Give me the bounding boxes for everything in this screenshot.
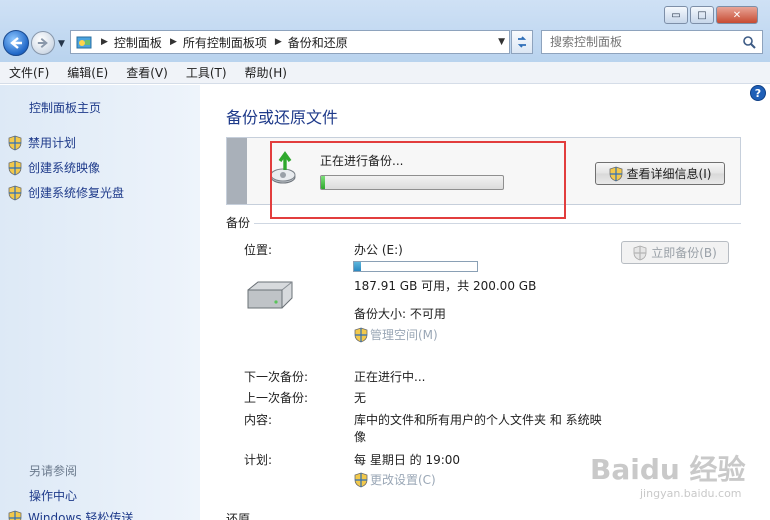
minimize-button[interactable]: ▭ [664,6,688,24]
schedule-key: 计划: [244,453,273,467]
see-also-easy-transfer[interactable]: Windows 轻松传送 [8,509,133,520]
help-icon[interactable]: ? [750,85,766,101]
backup-now-label: 立即备份(B) [651,246,717,260]
sidebar: 控制面板主页 禁用计划 创建系统映像 创建系统修复光盘 另请参阅 操作中心 Wi… [0,85,200,520]
manage-space-link[interactable]: 管理空间(M) [354,326,438,343]
view-details-label: 查看详细信息(I) [626,167,712,181]
disk-space-text: 187.91 GB 可用，共 200.00 GB [354,279,537,293]
breadcrumb-control-panel[interactable]: 控制面板 [114,34,162,51]
restore-section-title: 还原 [226,512,251,520]
close-icon: ✕ [732,9,742,21]
menu-file[interactable]: 文件(F) [0,64,58,81]
maximize-button[interactable]: □ [690,6,714,24]
section-divider [254,223,741,224]
shield-icon [354,472,368,487]
sidebar-item-create-image[interactable]: 创建系统映像 [8,159,100,176]
last-backup-value: 无 [354,391,367,405]
next-backup-key: 下一次备份: [244,370,309,384]
address-dropdown-icon[interactable]: ▼ [498,37,505,47]
menu-bar: 文件(F) 编辑(E) 查看(V) 工具(T) 帮助(H) [0,62,770,84]
shield-icon [8,185,22,200]
address-bar[interactable]: ▶ 控制面板 ▶ 所有控制面板项 ▶ 备份和还原 ▼ [70,30,510,54]
forward-arrow-icon [37,37,48,49]
sidebar-item-label: 创建系统修复光盘 [28,186,125,200]
location-key: 位置: [244,243,273,257]
minimize-icon: ▭ [671,9,681,21]
backup-section-title: 备份 [226,216,251,230]
shield-icon [8,510,22,520]
content-value-line2: 像 [354,430,367,444]
menu-help[interactable]: 帮助(H) [236,64,296,81]
breadcrumb-backup-restore[interactable]: 备份和还原 [288,34,348,51]
breadcrumb-separator[interactable]: ▶ [170,37,177,47]
shield-icon [609,166,622,181]
backup-size-text: 备份大小: 不可用 [354,307,446,321]
page-title: 备份或还原文件 [226,108,339,127]
baidu-watermark: Baidu 经验 [590,453,746,486]
last-backup-key: 上一次备份: [244,391,309,405]
sidebar-item-label: 创建系统映像 [28,161,101,175]
menu-tools[interactable]: 工具(T) [177,64,236,81]
see-also-action-center[interactable]: 操作中心 [29,487,77,504]
shield-icon [633,245,647,260]
content-key: 内容: [244,413,273,427]
back-arrow-icon [10,37,22,49]
menu-edit[interactable]: 编辑(E) [58,64,117,81]
search-input[interactable] [542,31,732,53]
manage-space-label: 管理空间(M) [370,328,438,342]
location-value: 办公 (E:) [354,243,403,257]
change-settings-link[interactable]: 更改设置(C) [354,471,436,488]
shield-icon [354,327,368,342]
sidebar-home-link[interactable]: 控制面板主页 [29,99,101,116]
control-panel-icon [76,36,92,49]
breadcrumb-separator[interactable]: ▶ [275,37,282,47]
refresh-button[interactable] [511,30,533,54]
hard-drive-icon [247,281,293,309]
change-settings-label: 更改设置(C) [370,473,436,487]
disk-space-bar [353,261,478,272]
search-icon[interactable] [742,35,756,49]
shield-icon [8,160,22,175]
schedule-value: 每 星期日 的 19:00 [354,453,461,467]
sidebar-item-disable-schedule[interactable]: 禁用计划 [8,134,76,151]
menu-view[interactable]: 查看(V) [117,64,177,81]
sidebar-item-label: Windows 轻松传送 [28,511,134,520]
disk-space-fill [354,262,362,271]
refresh-icon [517,36,527,48]
sidebar-item-repair-disc[interactable]: 创建系统修复光盘 [8,184,124,201]
sidebar-item-label: 禁用计划 [28,136,77,150]
breadcrumb-separator: ▶ [101,37,108,47]
content-value-line1: 库中的文件和所有用户的个人文件夹 和 系统映 [354,413,602,427]
backup-now-button[interactable]: 立即备份(B) [621,241,729,264]
recent-pages-dropdown[interactable]: ▼ [58,39,65,49]
back-button[interactable] [3,30,29,56]
baidu-watermark-url: jingyan.baidu.com [640,487,742,500]
shield-icon [8,135,22,150]
window-chrome: ▭ □ ✕ ▼ ▶ 控制面板 ▶ 所有控制面板项 ▶ 备份和还原 ▼ [0,0,770,62]
panel-stripe [227,138,247,204]
forward-button[interactable] [31,31,55,55]
see-also-title: 另请参阅 [29,464,78,478]
next-backup-value: 正在进行中... [354,370,426,384]
maximize-icon: □ [697,9,707,21]
window-controls: ▭ □ ✕ [662,6,758,24]
view-details-button[interactable]: 查看详细信息(I) [595,162,725,185]
close-button[interactable]: ✕ [716,6,758,24]
search-box[interactable] [541,30,763,54]
red-highlight-box [270,141,566,219]
breadcrumb-all-items[interactable]: 所有控制面板项 [183,34,267,51]
